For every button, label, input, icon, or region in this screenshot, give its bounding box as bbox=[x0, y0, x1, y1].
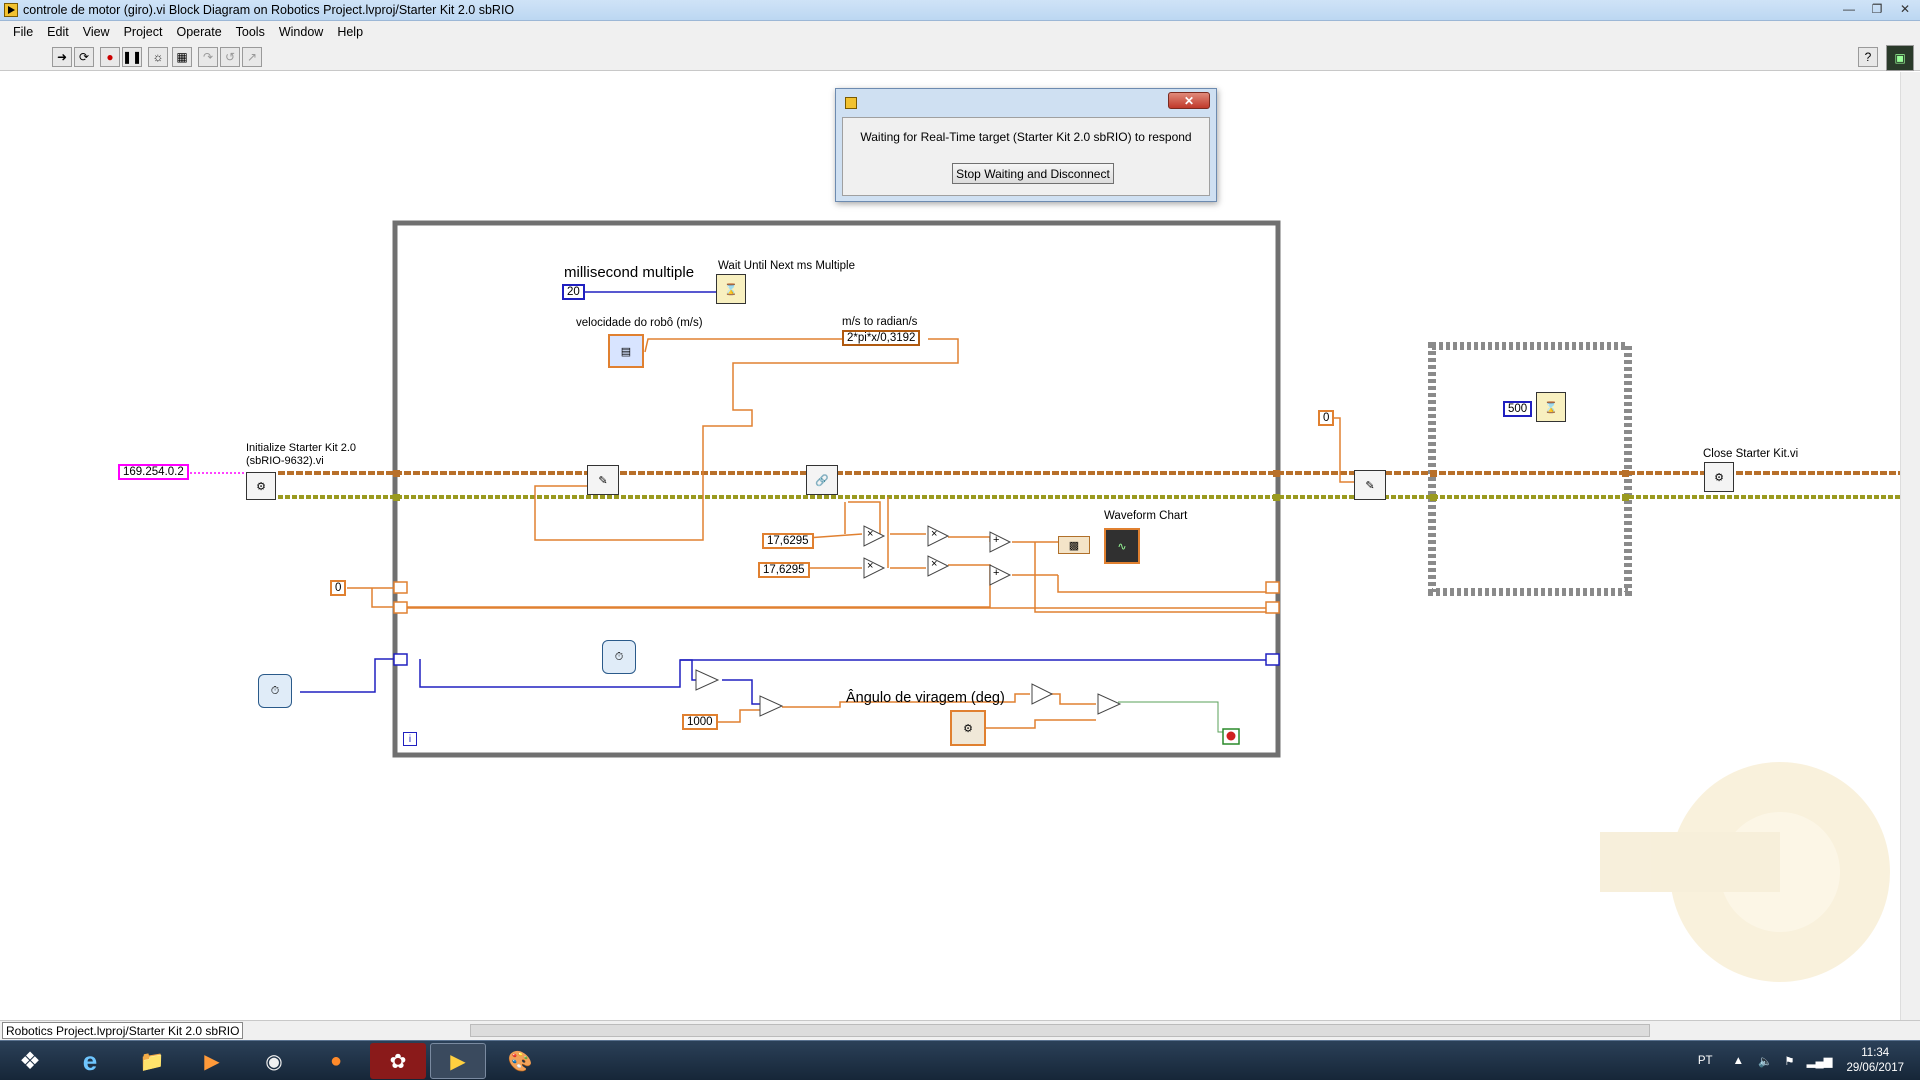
init-vi-label: Initialize Starter Kit 2.0 bbox=[246, 442, 357, 454]
dialog-message: Waiting for Real-Time target (Starter Ki… bbox=[860, 130, 1192, 144]
horizontal-scrollbar[interactable] bbox=[470, 1024, 1650, 1037]
media-player-icon[interactable]: ▶ bbox=[184, 1043, 240, 1079]
start-button-icon[interactable]: ❖ bbox=[2, 1043, 58, 1079]
vertical-scrollbar[interactable] bbox=[1900, 72, 1920, 1020]
conversion-label: m/s to radian/s bbox=[842, 316, 918, 328]
menu-operate[interactable]: Operate bbox=[169, 25, 228, 39]
tick-count-icon-inner[interactable]: ⏱ bbox=[602, 640, 636, 674]
tick-count-icon-left[interactable]: ⏱ bbox=[258, 674, 292, 708]
close-window-button[interactable]: ✕ bbox=[1894, 1, 1916, 17]
constant-17-b[interactable]: 17,6295 bbox=[758, 562, 810, 578]
labview-watermark-icon bbox=[1600, 762, 1890, 982]
wait-ms-label: Wait Until Next ms Multiple bbox=[718, 260, 855, 272]
step-into-icon[interactable]: ↷ bbox=[198, 47, 218, 67]
title-bar: controle de motor (giro).vi Block Diagra… bbox=[0, 0, 1920, 21]
menu-project[interactable]: Project bbox=[117, 25, 170, 39]
ms-multiple-label: millisecond multiple bbox=[564, 264, 695, 281]
motor-write-icon[interactable]: ✎ bbox=[587, 465, 619, 495]
multiply-symbol-3: × bbox=[931, 528, 938, 540]
loop-iteration-terminal: i bbox=[403, 732, 417, 746]
multiply-symbol-1: × bbox=[867, 528, 874, 540]
initialize-starter-kit-icon[interactable]: ⚙ bbox=[246, 472, 276, 500]
run-arrow-icon[interactable]: ➜ bbox=[52, 47, 72, 67]
internet-explorer-icon[interactable]: e bbox=[62, 1043, 118, 1079]
dialog-labview-icon bbox=[845, 97, 857, 109]
network-signal-icon[interactable]: ▂▄▆ bbox=[1807, 1054, 1833, 1068]
block-diagram-canvas[interactable]: 169.254.0.2 Initialize Starter Kit 2.0 (… bbox=[0, 72, 1900, 1020]
labview-taskbar-icon[interactable]: ▶ bbox=[430, 1043, 486, 1079]
menu-bar: File Edit View Project Operate Tools Win… bbox=[0, 21, 1920, 43]
toolbar: ➜ ⟳ ● ❚❚ ☼ ▦ ↷ ↺ ↗ ? ▣ bbox=[0, 43, 1920, 71]
angle-label: Ângulo de viragem (deg) bbox=[846, 690, 1005, 706]
wait-ms-metronome-icon[interactable]: ⌛ bbox=[716, 274, 746, 304]
taskbar: ❖ e 📁 ▶ ◉ ● ✿ ▶ 🎨 PT ▲ 🔈 ⚑ ▂▄▆ 11:34 29/… bbox=[0, 1040, 1920, 1080]
constant-1000[interactable]: 1000 bbox=[682, 714, 718, 730]
multiply-symbol-2: × bbox=[867, 560, 874, 572]
angle-knob-control-icon[interactable]: ⚙ bbox=[950, 710, 986, 746]
dialog-close-button[interactable]: ✕ bbox=[1168, 92, 1210, 109]
add-symbol-1: + bbox=[993, 534, 1000, 546]
motor-stop-write-icon[interactable]: ✎ bbox=[1354, 470, 1386, 500]
velocity-control-icon[interactable]: ▤ bbox=[608, 334, 644, 368]
dialog-titlebar: ✕ bbox=[836, 89, 1216, 113]
paint-icon[interactable]: 🎨 bbox=[492, 1043, 548, 1079]
shift-register-init-zero[interactable]: 0 bbox=[330, 580, 347, 596]
language-indicator[interactable]: PT bbox=[1698, 1055, 1713, 1067]
clock-date: 29/06/2017 bbox=[1846, 1062, 1904, 1074]
highlight-execution-icon[interactable]: ☼ bbox=[148, 47, 168, 67]
waveform-chart-label: Waveform Chart bbox=[1104, 510, 1188, 522]
add-symbol-2: + bbox=[993, 567, 1000, 579]
project-path: Robotics Project.lvproj/Starter Kit 2.0 … bbox=[2, 1022, 244, 1039]
init-vi-sublabel: (sbRIO-9632).vi bbox=[246, 455, 324, 467]
constant-17-a[interactable]: 17,6295 bbox=[762, 533, 814, 549]
system-tray: PT ▲ 🔈 ⚑ ▂▄▆ 11:34 29/06/2017 bbox=[1698, 1041, 1920, 1081]
clock-time: 11:34 bbox=[1861, 1047, 1890, 1059]
show-hidden-icons-icon[interactable]: ▲ bbox=[1733, 1055, 1744, 1067]
velocity-label: velocidade do robô (m/s) bbox=[576, 317, 703, 329]
wire-layer bbox=[182, 220, 1900, 982]
menu-help[interactable]: Help bbox=[330, 25, 370, 39]
action-center-flag-icon[interactable]: ⚑ bbox=[1784, 1054, 1794, 1068]
window-title: controle de motor (giro).vi Block Diagra… bbox=[23, 3, 515, 17]
ip-address-constant[interactable]: 169.254.0.2 bbox=[118, 464, 189, 480]
retain-wire-values-icon[interactable]: ▦ bbox=[172, 47, 192, 67]
right-zero-constant[interactable]: 0 bbox=[1318, 410, 1335, 426]
step-over-icon[interactable]: ↺ bbox=[220, 47, 240, 67]
wait-500-metronome-icon[interactable]: ⌛ bbox=[1536, 392, 1566, 422]
vi-icon[interactable]: ▣ bbox=[1886, 45, 1914, 71]
formula-node[interactable]: 2*pi*x/0,3192 bbox=[842, 330, 921, 346]
firefox-icon[interactable]: ● bbox=[308, 1043, 364, 1079]
motor-read-icon[interactable]: 🔗 bbox=[806, 465, 838, 495]
menu-view[interactable]: View bbox=[76, 25, 117, 39]
dialog-body: Waiting for Real-Time target (Starter Ki… bbox=[842, 117, 1210, 196]
wait-500-constant[interactable]: 500 bbox=[1503, 401, 1533, 417]
run-continuously-icon[interactable]: ⟳ bbox=[74, 47, 94, 67]
abort-icon[interactable]: ● bbox=[100, 47, 120, 67]
waiting-dialog: ✕ Waiting for Real-Time target (Starter … bbox=[835, 88, 1217, 202]
step-out-icon[interactable]: ↗ bbox=[242, 47, 262, 67]
minimize-button[interactable]: — bbox=[1838, 1, 1860, 17]
labview-app-icon bbox=[4, 3, 18, 17]
ms-multiple-constant[interactable]: 20 bbox=[562, 284, 585, 300]
menu-tools[interactable]: Tools bbox=[229, 25, 272, 39]
acrobat-icon[interactable]: ✿ bbox=[370, 1043, 426, 1079]
close-starter-kit-icon[interactable]: ⚙ bbox=[1704, 462, 1734, 492]
context-help-icon[interactable]: ? bbox=[1858, 47, 1878, 67]
flat-sequence-frame[interactable] bbox=[1428, 342, 1632, 596]
waveform-chart-terminal[interactable]: ∿ bbox=[1104, 528, 1140, 564]
file-explorer-icon[interactable]: 📁 bbox=[124, 1043, 180, 1079]
multiply-symbol-4: × bbox=[931, 558, 938, 570]
status-bar: Robotics Project.lvproj/Starter Kit 2.0 … bbox=[0, 1020, 1920, 1040]
build-array-icon[interactable]: ▩ bbox=[1058, 536, 1090, 554]
pause-icon[interactable]: ❚❚ bbox=[122, 47, 142, 67]
chrome-icon[interactable]: ◉ bbox=[246, 1043, 302, 1079]
maximize-button[interactable]: ❐ bbox=[1866, 1, 1888, 17]
menu-file[interactable]: File bbox=[6, 25, 40, 39]
stop-waiting-button[interactable]: Stop Waiting and Disconnect bbox=[952, 163, 1114, 184]
menu-edit[interactable]: Edit bbox=[40, 25, 76, 39]
menu-window[interactable]: Window bbox=[272, 25, 330, 39]
close-vi-label: Close Starter Kit.vi bbox=[1703, 448, 1799, 460]
volume-icon[interactable]: 🔈 bbox=[1758, 1054, 1772, 1068]
clock[interactable]: 11:34 29/06/2017 bbox=[1846, 1046, 1904, 1076]
